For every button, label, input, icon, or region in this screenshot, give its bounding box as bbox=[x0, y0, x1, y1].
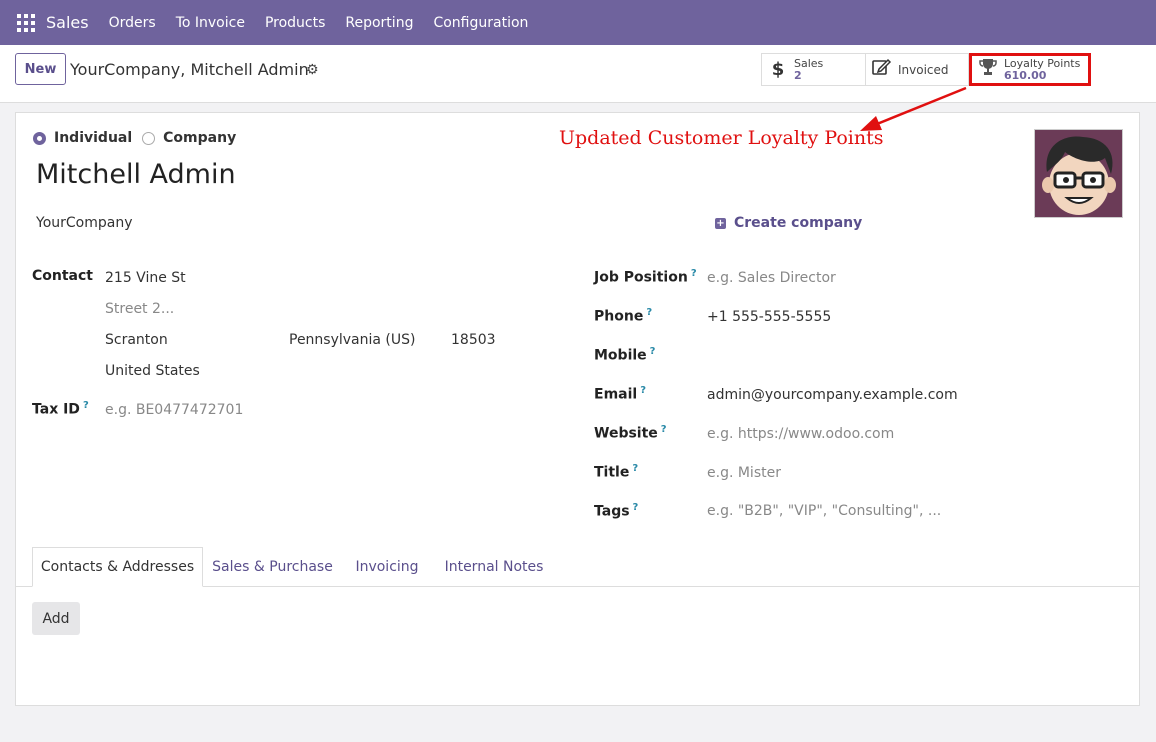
mobile-label-text: Mobile bbox=[594, 347, 647, 364]
phone-input[interactable]: +1 555-555-5555 bbox=[707, 309, 831, 325]
state-select[interactable]: Pennsylvania (US) bbox=[289, 332, 416, 348]
nav-reporting[interactable]: Reporting bbox=[345, 15, 413, 31]
tab-contacts-addresses[interactable]: Contacts & Addresses bbox=[32, 547, 203, 587]
company-type-selector: Individual Company bbox=[33, 130, 246, 146]
loyalty-points-value: 610.00 bbox=[1004, 68, 1047, 82]
sales-stat-value: 2 bbox=[794, 68, 802, 82]
loyalty-points-stat-button[interactable]: Loyalty Points 610.00 bbox=[969, 53, 1091, 86]
title-label-text: Title bbox=[594, 464, 630, 481]
sales-stat-label: Sales bbox=[794, 56, 824, 70]
mobile-label: Mobile? bbox=[594, 346, 655, 364]
notebook-tabs: Contacts & Addresses Sales & Purchase In… bbox=[16, 547, 1139, 587]
partner-name-input[interactable]: Mitchell Admin bbox=[36, 159, 236, 190]
app-brand[interactable]: Sales bbox=[46, 13, 89, 32]
street2-input[interactable]: Street 2... bbox=[105, 301, 174, 317]
tax-id-label: Tax ID? bbox=[32, 400, 89, 418]
avatar[interactable] bbox=[1034, 129, 1123, 218]
tax-id-help-icon[interactable]: ? bbox=[83, 400, 89, 411]
sales-stat-button[interactable]: $ Sales 2 bbox=[761, 53, 866, 86]
top-navbar: Sales Orders To Invoice Products Reporti… bbox=[0, 0, 1156, 45]
website-label-text: Website bbox=[594, 425, 658, 442]
plus-square-icon: + bbox=[715, 217, 726, 229]
dollar-icon: $ bbox=[771, 59, 785, 80]
phone-help-icon[interactable]: ? bbox=[646, 307, 652, 318]
country-select[interactable]: United States bbox=[105, 363, 200, 379]
website-help-icon[interactable]: ? bbox=[661, 424, 667, 435]
nav-products[interactable]: Products bbox=[265, 15, 325, 31]
nav-orders[interactable]: Orders bbox=[109, 15, 156, 31]
zip-input[interactable]: 18503 bbox=[451, 332, 496, 348]
parent-company-field[interactable]: YourCompany bbox=[36, 215, 133, 231]
pencil-square-icon bbox=[866, 58, 898, 81]
control-panel: New YourCompany, Mitchell Admin ⚙ $ Sale… bbox=[0, 45, 1156, 103]
tags-label: Tags? bbox=[594, 502, 638, 520]
nav-configuration[interactable]: Configuration bbox=[433, 15, 528, 31]
annotation-text: Updated Customer Loyalty Points bbox=[559, 127, 884, 149]
title-label: Title? bbox=[594, 463, 638, 481]
email-label: Email? bbox=[594, 385, 646, 403]
create-company-label: Create company bbox=[734, 215, 863, 231]
invoiced-stat-button[interactable]: Invoiced bbox=[865, 53, 969, 86]
job-position-help-icon[interactable]: ? bbox=[691, 268, 697, 279]
city-input[interactable]: Scranton bbox=[105, 332, 168, 348]
invoiced-stat-label: Invoiced bbox=[898, 62, 949, 77]
company-label[interactable]: Company bbox=[163, 130, 236, 146]
tax-id-input[interactable]: e.g. BE0477472701 bbox=[105, 402, 243, 418]
trophy-icon bbox=[972, 58, 1004, 81]
tax-id-label-text: Tax ID bbox=[32, 401, 80, 418]
form-sheet: Individual Company Updated Customer Loya… bbox=[15, 112, 1140, 706]
tab-invoicing[interactable]: Invoicing bbox=[346, 547, 428, 587]
title-select[interactable]: e.g. Mister bbox=[707, 465, 781, 481]
mobile-help-icon[interactable]: ? bbox=[650, 346, 656, 357]
nav-to-invoice[interactable]: To Invoice bbox=[176, 15, 245, 31]
tags-help-icon[interactable]: ? bbox=[633, 502, 639, 513]
job-position-input[interactable]: e.g. Sales Director bbox=[707, 270, 836, 286]
add-contact-button[interactable]: Add bbox=[32, 602, 80, 635]
phone-label-text: Phone bbox=[594, 308, 644, 325]
apps-menu-icon[interactable] bbox=[17, 13, 35, 32]
gear-icon[interactable]: ⚙ bbox=[306, 62, 319, 78]
contact-label: Contact bbox=[32, 268, 93, 284]
breadcrumb: YourCompany, Mitchell Admin bbox=[70, 60, 309, 79]
website-label: Website? bbox=[594, 424, 667, 442]
tags-input[interactable]: e.g. "B2B", "VIP", "Consulting", ... bbox=[707, 503, 941, 519]
company-radio[interactable] bbox=[142, 131, 156, 145]
tags-label-text: Tags bbox=[594, 503, 630, 520]
job-position-label: Job Position? bbox=[594, 268, 697, 286]
tab-sales-purchase[interactable]: Sales & Purchase bbox=[206, 547, 339, 587]
avatar-face-icon bbox=[1035, 130, 1122, 217]
email-label-text: Email bbox=[594, 386, 638, 403]
new-button[interactable]: New bbox=[15, 53, 66, 85]
individual-radio[interactable] bbox=[33, 131, 46, 145]
individual-label[interactable]: Individual bbox=[54, 130, 132, 146]
email-input[interactable]: admin@yourcompany.example.com bbox=[707, 387, 958, 403]
job-position-label-text: Job Position bbox=[594, 269, 688, 286]
phone-label: Phone? bbox=[594, 307, 652, 325]
title-help-icon[interactable]: ? bbox=[632, 463, 638, 474]
email-help-icon[interactable]: ? bbox=[640, 385, 646, 396]
website-input[interactable]: e.g. https://www.odoo.com bbox=[707, 426, 894, 442]
create-company-button[interactable]: + Create company bbox=[715, 215, 862, 231]
tab-internal-notes[interactable]: Internal Notes bbox=[436, 547, 552, 587]
loyalty-points-label: Loyalty Points bbox=[1004, 56, 1081, 70]
street-input[interactable]: 215 Vine St bbox=[105, 270, 186, 286]
